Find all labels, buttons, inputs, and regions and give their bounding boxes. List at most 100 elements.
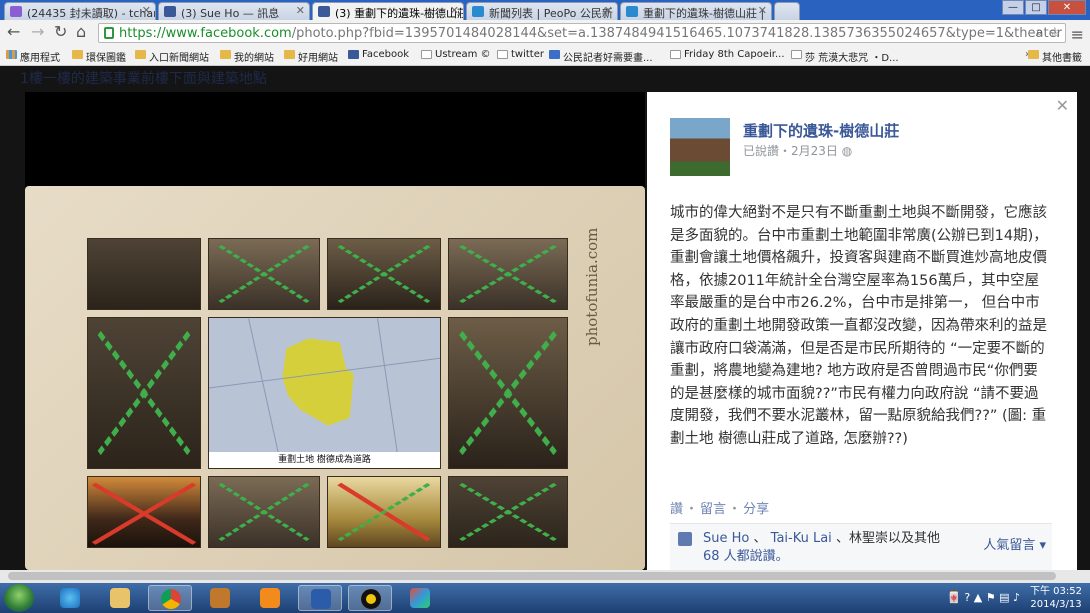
media-player-icon[interactable] [248,585,292,611]
explorer-icon[interactable] [98,585,142,611]
bookmark-other[interactable]: 其他書籤 [1028,49,1082,64]
cross-mark-icon [459,483,557,541]
page-icon [421,50,432,59]
post-actions: 讚・留言・分享 [670,502,770,517]
cross-mark-icon [218,245,310,303]
tab-close-icon[interactable]: ✕ [604,4,613,17]
close-window-button[interactable]: ✕ [1048,0,1086,15]
cross-mark-icon [218,483,310,541]
bookmark-mantra[interactable]: 莎 荒漠大悲咒 ・D... [791,49,899,64]
bookmark-folder[interactable]: 我的網站 [220,49,274,64]
page-name-link[interactable]: 重劃下的遺珠-樹德山莊 [743,120,899,141]
liker-link[interactable]: Tai-Ku Lai [771,531,832,546]
cross-mark-icon [97,330,191,456]
close-theater-icon[interactable]: ✕ [1056,96,1069,115]
paint-icon[interactable] [398,585,442,611]
photo-balustrade-cell [208,476,320,548]
photo-stage[interactable]: 重劃土地 樹德成為道路 photofunia.com [25,92,645,570]
photo-tree-cell [327,238,441,310]
tab-peopo-news[interactable]: 新聞列表 | PeoPo 公民新 ✕ [466,2,618,20]
menu-icon[interactable]: ≡ [1071,25,1084,44]
address-bar[interactable]: https://www.facebook.com/photo.php?fbid=… [98,23,1066,43]
bookmark-apps[interactable]: 應用程式 [6,49,60,64]
popular-comments-dropdown[interactable]: 人氣留言 ▾ [983,534,1046,553]
facebook-icon [318,6,330,17]
bookmark-ustream[interactable]: Ustream © [421,49,491,60]
chrome-icon[interactable] [148,585,192,611]
lock-icon [104,27,114,39]
bookmark-citizen-journalist[interactable]: 公民記者好需要畫... [549,49,653,64]
peopo-icon [472,6,484,17]
post-meta: 已說讚・2月23日 ◍ [743,144,853,158]
bookmark-star-icon[interactable]: ☆ [1048,25,1061,41]
clock-date: 2014/3/13 [1030,599,1082,610]
tab-close-icon[interactable]: ✕ [296,4,305,17]
tab-close-icon[interactable]: ✕ [450,4,459,17]
cross-mark-icon [459,330,557,456]
home-button[interactable]: ⌂ [76,24,86,40]
bookmark-folder[interactable]: 環保圖鑑 [72,49,126,64]
likers-line: Sue Ho 、 Tai-Ku Lai 、林聖崇以及其他 68 人都說讚。 [703,531,940,564]
tab-messages[interactable]: (3) Sue Ho — 訊息 ✕ [158,2,310,20]
comment-link[interactable]: 留言 [700,502,726,517]
scrollbar-thumb[interactable] [8,572,1056,580]
tab-photo-active[interactable]: (3) 重劃下的遺珠-樹德山莊 ✕ [312,2,464,21]
network-icon[interactable]: ▤ [999,591,1009,604]
photo-eaves-cell [87,317,201,469]
horizontal-scrollbar[interactable] [0,570,1090,583]
back-button[interactable]: ← [7,24,20,40]
folder-icon [220,50,231,59]
page-avatar[interactable] [670,118,730,176]
tab-peopo-article[interactable]: 重劃下的遺珠-樹德山莊 | ✕ [620,2,772,20]
bookmark-capoeira[interactable]: Friday 8th Capoeir... [670,49,785,60]
likes-summary: Sue Ho 、 Tai-Ku Lai 、林聖崇以及其他 68 人都說讚。 人氣… [670,523,1052,570]
volume-icon[interactable]: ♪ [1013,591,1020,604]
dimmed-page-header: 1樓一樓的建築事業前樓下面與建築地點 [20,71,267,87]
forward-button[interactable]: → [31,24,44,40]
word-icon[interactable] [298,585,342,611]
flag-icon[interactable]: ⚑ [986,591,996,604]
u-icon [549,50,560,59]
photo-pillar-cell [448,238,568,310]
thumbs-up-icon [678,532,692,546]
circle-app-icon[interactable] [348,585,392,611]
bookmark-facebook[interactable]: Facebook [348,49,409,60]
photo-info-panel: ✕ 重劃下的遺珠-樹德山莊 已說讚・2月23日 ◍ 城市的偉大絕對不是只有不斷重… [647,92,1077,570]
like-link[interactable]: 讚 [670,502,683,517]
folder-icon [1028,50,1039,59]
share-link[interactable]: 分享 [743,502,769,517]
tab-close-icon[interactable]: ✕ [758,4,767,17]
folder-icon [72,50,83,59]
post-text: 城市的偉大絕對不是只有不斷重劃土地與不斷開發，它應該是多面貌的。台中市重劃土地範… [670,205,1048,447]
bookmark-twitter[interactable]: twitter [497,49,544,60]
gmail-icon [10,6,22,17]
tray-expand-icon[interactable]: ▲ [974,591,982,604]
photo-egret-cell [87,238,201,310]
window-controls: — □ ✕ [1001,0,1086,16]
help-icon[interactable]: ? [964,591,970,604]
winamp-icon[interactable] [198,585,242,611]
tab-close-icon[interactable]: ✕ [142,4,151,17]
tab-gmail[interactable]: (24435 封未讀取) - tchan ✕ [4,2,156,20]
bookmarks-bar: 應用程式 環保圖鑑 入口新聞網站 我的網站 好用網站 Facebook Ustr… [0,46,1090,66]
tab-label: (3) 重劃下的遺珠-樹德山莊 [335,7,464,20]
globe-icon: ◍ [841,144,853,158]
new-tab-button[interactable] [774,2,800,20]
ime-icon[interactable]: 🀄 [947,591,961,604]
reload-button[interactable]: ↻ [54,24,67,40]
minimize-button[interactable]: — [1002,0,1024,15]
liker-link[interactable]: Sue Ho [703,531,749,546]
photo-map-cell: 重劃土地 樹德成為道路 [208,317,441,469]
bookmark-folder[interactable]: 入口新聞網站 [135,49,209,64]
search-icon[interactable]: ⌕ [1036,25,1043,40]
system-tray: 🀄 ? ▲ ⚑ ▤ ♪ [947,591,1020,604]
start-button[interactable] [4,584,34,612]
likes-count-link[interactable]: 68 人都說讚。 [703,549,789,564]
ie-icon[interactable] [48,585,92,611]
url-text: https://www.facebook.com/photo.php?fbid=… [119,26,1062,41]
facebook-icon [348,50,359,59]
system-clock[interactable]: 下午 03:52 2014/3/13 [1030,585,1082,611]
maximize-button[interactable]: □ [1025,0,1047,15]
bookmark-folder[interactable]: 好用網站 [284,49,338,64]
apps-icon [6,50,17,59]
